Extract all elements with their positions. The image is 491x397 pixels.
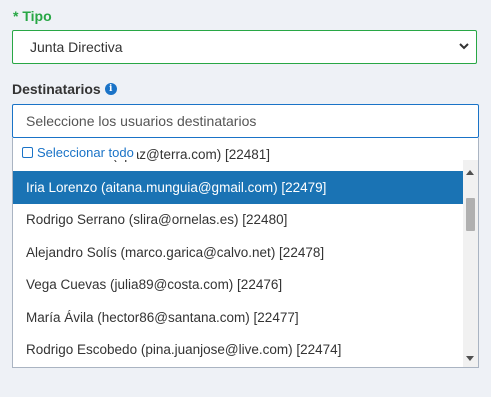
- scroll-up-arrow-icon[interactable]: [466, 170, 474, 175]
- destinatarios-label-row: Destinatarios i: [12, 81, 117, 97]
- recipient-list: Adam Llamas (opaz@terra.com) [22481] Iria…: [13, 147, 463, 367]
- scroll-thumb[interactable]: [466, 198, 475, 231]
- recipient-option[interactable]: Alejandro Solís (marco.garica@calvo.net)…: [13, 236, 463, 269]
- chevron-down-icon: [459, 43, 469, 50]
- tipo-select[interactable]: Junta Directiva: [12, 30, 477, 64]
- select-all-option[interactable]: Seleccionar todo: [22, 145, 137, 160]
- recipient-option[interactable]: Iria Lorenzo (aitana.munguia@gmail.com) …: [13, 171, 463, 204]
- destinatarios-search-input[interactable]: Seleccione los usuarios destinatarios: [12, 104, 479, 138]
- recipient-option[interactable]: Rodrigo Serrano (slira@ornelas.es) [2248…: [13, 204, 463, 237]
- recipient-option[interactable]: María Ávila (hector86@santana.com) [2247…: [13, 301, 463, 334]
- tipo-selected-value: Junta Directiva: [30, 39, 123, 55]
- recipient-option[interactable]: Vega Cuevas (julia89@costa.com) [22476]: [13, 269, 463, 302]
- scroll-down-arrow-icon[interactable]: [466, 356, 474, 361]
- select-all-label: Seleccionar todo: [37, 145, 134, 160]
- destinatarios-dropdown: Adam Llamas (opaz@terra.com) [22481] Iria…: [12, 138, 479, 368]
- page-background-strip: [0, 368, 491, 397]
- list-scrollbar[interactable]: [463, 160, 478, 367]
- recipient-option[interactable]: Rodrigo Escobedo (pina.juanjose@live.com…: [13, 334, 463, 367]
- info-circle-icon[interactable]: i: [104, 83, 117, 95]
- destinatarios-label: Destinatarios: [12, 81, 101, 97]
- search-placeholder: Seleccione los usuarios destinatarios: [26, 113, 257, 129]
- checkbox-icon[interactable]: [22, 147, 33, 158]
- tipo-label: * Tipo: [13, 8, 52, 24]
